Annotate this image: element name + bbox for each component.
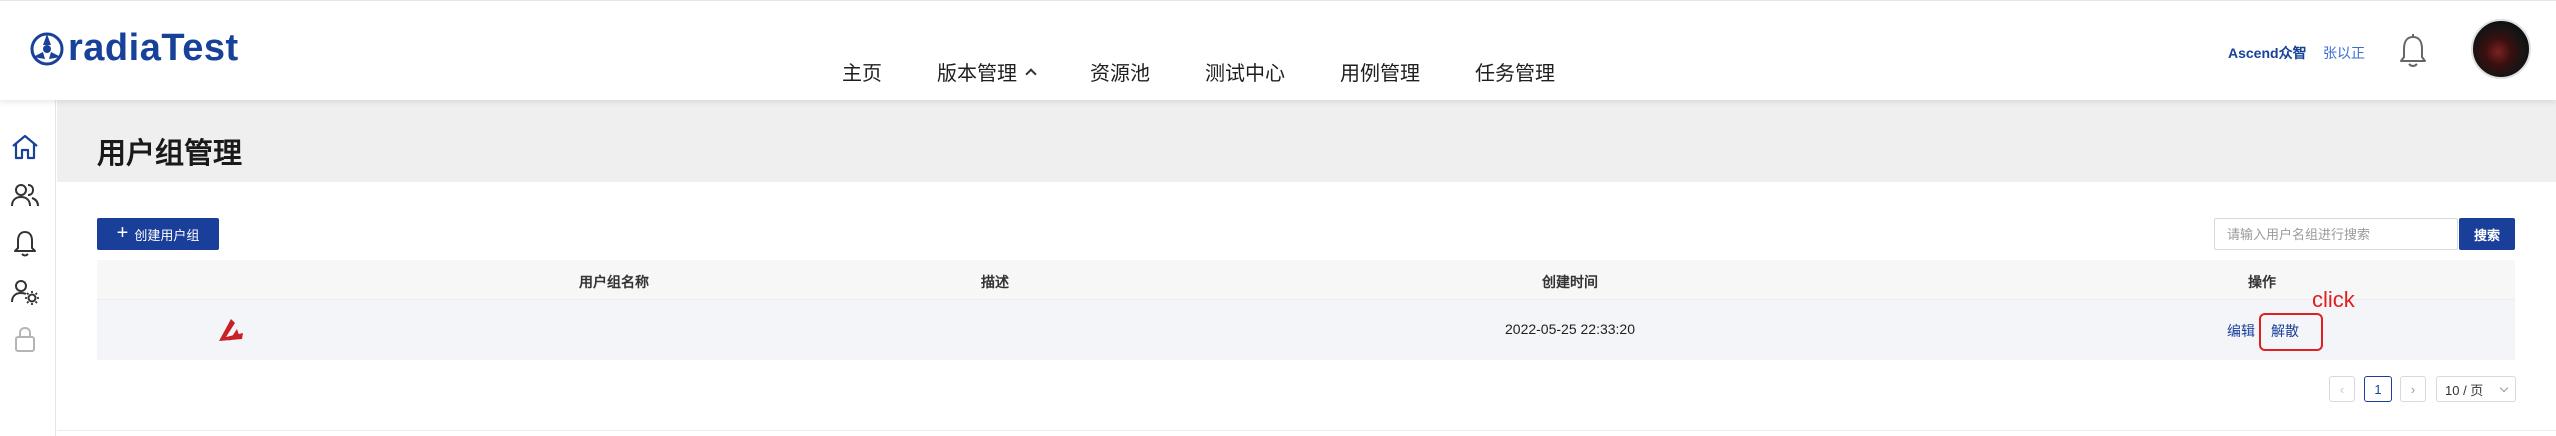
nav-item-label: 版本管理 bbox=[937, 63, 1017, 85]
nav-item-case-management[interactable]: 用例管理 bbox=[1340, 57, 1420, 86]
bell-icon[interactable] bbox=[10, 228, 40, 258]
org-name[interactable]: Ascend众智 bbox=[2228, 43, 2307, 63]
page-size-select[interactable]: 10 / 页 bbox=[2436, 376, 2516, 402]
click-highlight-box bbox=[2259, 313, 2323, 351]
users-icon[interactable] bbox=[10, 180, 40, 210]
column-header-name: 用户组名称 bbox=[579, 274, 649, 290]
create-user-group-button[interactable]: + 创建用户组 bbox=[97, 218, 219, 250]
user-group-table: 用户组名称 描述 创建时间 操作 2022-05-25 22:33:20 编辑 … bbox=[97, 260, 2515, 360]
lock-icon[interactable] bbox=[10, 324, 40, 354]
nav-item-label: 主页 bbox=[842, 63, 882, 85]
nav-item-resource-pool[interactable]: 资源池 bbox=[1090, 57, 1150, 86]
nav-item-label: 测试中心 bbox=[1205, 63, 1285, 85]
page-size-label: 10 / 页 bbox=[2445, 382, 2484, 398]
edit-link[interactable]: 编辑 bbox=[2227, 321, 2255, 341]
chevron-down-icon bbox=[2499, 383, 2509, 392]
group-logo-icon bbox=[219, 319, 243, 341]
user-name[interactable]: 张以正 bbox=[2323, 43, 2365, 63]
home-icon[interactable] bbox=[10, 132, 40, 162]
nav-item-home[interactable]: 主页 bbox=[842, 57, 882, 86]
user-settings-icon[interactable] bbox=[10, 276, 40, 306]
nav-item-label: 用例管理 bbox=[1340, 63, 1420, 85]
avatar[interactable] bbox=[2471, 19, 2531, 79]
page-title: 用户组管理 bbox=[97, 138, 243, 170]
search-input[interactable] bbox=[2214, 218, 2458, 250]
table-header: 用户组名称 描述 创建时间 操作 bbox=[97, 260, 2515, 300]
chevron-up-icon bbox=[1025, 67, 1037, 80]
nav-item-test-center[interactable]: 测试中心 bbox=[1205, 57, 1285, 86]
next-page-button[interactable]: › bbox=[2400, 376, 2426, 402]
nav-item-label: 任务管理 bbox=[1475, 63, 1555, 85]
nav-item-task-management[interactable]: 任务管理 bbox=[1475, 57, 1555, 86]
prev-page-button[interactable]: ‹ bbox=[2329, 376, 2355, 402]
create-user-group-label: 创建用户组 bbox=[134, 227, 200, 243]
table-row: 2022-05-25 22:33:20 编辑 解散 bbox=[97, 300, 2515, 360]
search-button[interactable]: 搜索 bbox=[2459, 218, 2515, 250]
nav-item-label: 资源池 bbox=[1090, 63, 1150, 85]
main-nav: 主页 版本管理 资源池 测试中心 用例管理 任务管理 bbox=[842, 57, 1555, 86]
top-header: radiaTest 主页 版本管理 资源池 测试中心 用例管理 任务管理 Asc… bbox=[0, 0, 2556, 100]
cell-created-time: 2022-05-25 22:33:20 bbox=[1505, 321, 1635, 337]
column-header-actions: 操作 bbox=[2248, 274, 2276, 290]
radia-logo-icon bbox=[30, 32, 64, 65]
nav-item-version-management[interactable]: 版本管理 bbox=[937, 57, 1037, 86]
divider bbox=[57, 430, 2556, 431]
click-annotation-label: click bbox=[2312, 287, 2355, 312]
app-logo[interactable]: radiaTest bbox=[30, 27, 239, 70]
left-sidebar bbox=[0, 100, 56, 436]
column-header-description: 描述 bbox=[981, 274, 1009, 290]
bell-icon[interactable] bbox=[2396, 33, 2430, 69]
page-number-current[interactable]: 1 bbox=[2364, 376, 2392, 402]
chevron-left-icon: ‹ bbox=[2339, 381, 2345, 397]
page-header: 用户组管理 bbox=[57, 100, 2556, 182]
search-button-label: 搜索 bbox=[2473, 227, 2500, 243]
app-logo-text: radiaTest bbox=[68, 27, 239, 69]
column-header-created: 创建时间 bbox=[1542, 274, 1598, 290]
plus-icon: + bbox=[116, 222, 129, 244]
chevron-right-icon: › bbox=[2410, 381, 2416, 397]
